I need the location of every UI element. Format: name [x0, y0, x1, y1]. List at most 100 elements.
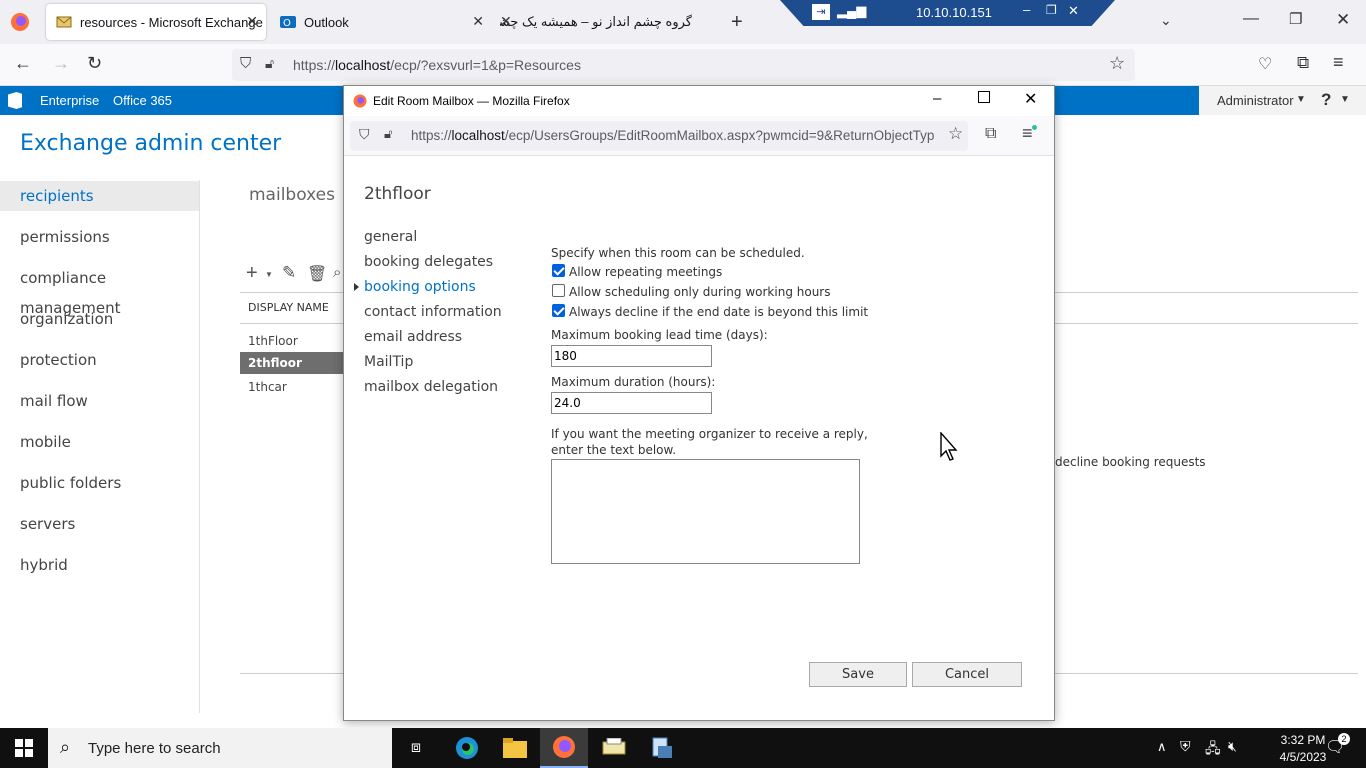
popup-url-bar[interactable]: ⛉ 🔓︎ https://localhost/ecp/UsersGroups/E… [350, 121, 968, 151]
close-icon[interactable]: ✕ [1068, 3, 1079, 19]
maximize-icon[interactable] [978, 91, 990, 103]
extensions-icon[interactable]: ⧉ [985, 125, 996, 143]
enterprise-link[interactable]: Enterprise [40, 93, 99, 108]
sidebar-item-permissions[interactable]: permissions [0, 222, 199, 252]
chevron-down-icon[interactable]: ▼ [265, 270, 273, 279]
tab-exchange[interactable]: resources - Microsoft Exchange ✕ [46, 4, 266, 40]
browser-tab-bar: resources - Microsoft Exchange ✕ O Outlo… [0, 0, 1366, 44]
tab-label: resources - Microsoft Exchange [80, 14, 263, 30]
close-icon[interactable]: ✕ [472, 13, 484, 30]
lead-time-input[interactable]: 180 [551, 345, 712, 367]
sidebar-item-organization[interactable]: organization [0, 304, 199, 334]
firefox-taskbar-icon[interactable] [540, 728, 588, 768]
network-icon[interactable]: 🖧︎ [1205, 738, 1221, 762]
table-row[interactable]: 1thFloor [240, 330, 344, 352]
table-row-selected[interactable]: 2thfloor [240, 352, 344, 374]
detail-text: decline booking requests [1055, 455, 1206, 469]
chevron-up-icon[interactable]: ∧ [1157, 739, 1167, 755]
close-icon[interactable]: ✕ [500, 13, 512, 30]
table-row[interactable]: 1thcar [240, 376, 344, 398]
search-icon[interactable]: ⌕ [333, 264, 341, 281]
pin-icon[interactable]: ⇥ [812, 4, 830, 20]
forward-icon[interactable]: → [52, 53, 70, 74]
reply-textarea[interactable] [551, 459, 860, 564]
admin-menu[interactable]: Administrator ▼ ? ▼ [1199, 86, 1366, 115]
bookmark-star-icon[interactable]: ☆ [1109, 53, 1125, 74]
chevron-down-icon: ▼ [1296, 94, 1306, 105]
lock-icon[interactable]: 🔓︎ [384, 126, 392, 142]
add-icon[interactable]: + [246, 262, 258, 285]
pocket-icon[interactable]: ♡ [1258, 54, 1272, 74]
chevron-down-icon[interactable]: ⌄ [1160, 12, 1172, 29]
reload-icon[interactable]: ↻ [87, 53, 102, 74]
section-email-address[interactable]: email address [364, 329, 462, 345]
sidebar-item-hybrid[interactable]: hybrid [0, 550, 199, 580]
task-view-icon[interactable]: ⧈ [392, 728, 440, 768]
svg-text:O: O [283, 18, 291, 29]
sidebar-item-mobile[interactable]: mobile [0, 427, 199, 457]
lock-icon[interactable]: 🔓︎ [265, 55, 274, 72]
column-header-display-name[interactable]: DISPLAY NAME [248, 301, 329, 314]
update-dot [1032, 125, 1037, 130]
section-mailtip[interactable]: MailTip [364, 354, 413, 370]
restore-icon[interactable]: ❐ [1046, 3, 1057, 17]
close-window-icon[interactable]: ✕ [1336, 10, 1350, 30]
delete-icon[interactable]: 🗑︎ [307, 264, 327, 284]
taskbar-time[interactable]: 3:32 PM [1279, 733, 1327, 747]
section-general[interactable]: general [364, 229, 417, 245]
edit-icon[interactable]: ✎ [282, 263, 296, 283]
tab-mailboxes[interactable]: mailboxes [249, 185, 335, 205]
sidebar-item-public-folders[interactable]: public folders [0, 468, 199, 498]
sidebar-item-protection[interactable]: protection [0, 345, 199, 375]
taskbar-search-box[interactable]: ⌕ Type here to search [48, 728, 392, 768]
tab-persian-site[interactable]: گروه چشم انداز نو – همیشه یک چشم ✕ [500, 4, 720, 40]
minimize-icon[interactable]: – [933, 90, 941, 107]
section-booking-delegates[interactable]: booking delegates [364, 254, 493, 270]
back-icon[interactable]: ← [14, 53, 32, 74]
firefox-menu-icon[interactable] [10, 12, 30, 37]
page-title: Exchange admin center [20, 131, 282, 156]
reply-label-line2: enter the text below. [551, 443, 677, 457]
defender-icon[interactable]: ⛨ [1180, 738, 1191, 755]
extensions-icon[interactable]: ⧉ [1297, 53, 1309, 73]
cancel-button[interactable]: Cancel [912, 662, 1022, 687]
new-tab-icon[interactable]: + [731, 11, 743, 34]
sidebar-item-compliance-management[interactable]: compliance management [0, 263, 199, 317]
working-hours-label: Allow scheduling only during working hou… [569, 285, 831, 299]
menu-icon[interactable]: ≡ [1022, 123, 1033, 144]
shield-icon[interactable]: ⛉ [359, 126, 370, 143]
minimize-icon[interactable]: – [1023, 2, 1030, 17]
allow-repeating-checkbox[interactable] [552, 264, 565, 277]
section-booking-options[interactable]: booking options [364, 279, 476, 295]
windows-start-icon[interactable] [0, 728, 48, 768]
volume-muted-icon[interactable]: 🔇︎ [1228, 738, 1237, 755]
decline-end-date-checkbox[interactable] [552, 304, 565, 317]
help-icon[interactable]: ? [1321, 90, 1331, 110]
rdp-app-icon[interactable] [590, 728, 638, 768]
tab-outlook[interactable]: O Outlook ✕ [270, 4, 492, 40]
save-button[interactable]: Save [809, 662, 907, 687]
sidebar-item-recipients[interactable]: recipients [0, 181, 199, 211]
edge-icon[interactable] [443, 728, 491, 768]
taskbar-date[interactable]: 4/5/2023 [1279, 750, 1327, 764]
url-bar[interactable]: ⛉ 🔓︎ https://localhost/ecp/?exsvurl=1&p=… [232, 49, 1135, 81]
section-contact-information[interactable]: contact information [364, 304, 502, 320]
close-icon[interactable]: ✕ [1024, 89, 1037, 109]
working-hours-checkbox[interactable] [552, 284, 565, 297]
minimize-icon[interactable]: — [1243, 10, 1259, 28]
section-mailbox-delegation[interactable]: mailbox delegation [364, 379, 498, 395]
search-placeholder: Type here to search [88, 740, 221, 757]
bookmark-star-icon[interactable]: ☆ [948, 124, 963, 144]
close-icon[interactable]: ✕ [246, 13, 258, 30]
menu-icon[interactable]: ≡ [1333, 52, 1344, 73]
office365-link[interactable]: Office 365 [113, 93, 172, 108]
selected-arrow-icon [354, 283, 359, 291]
file-explorer-icon[interactable] [491, 728, 539, 768]
duration-input[interactable]: 24.0 [551, 392, 712, 414]
shield-icon[interactable]: ⛉ [240, 55, 251, 72]
chevron-down-icon[interactable]: ▼ [1340, 94, 1350, 105]
sidebar-item-mail-flow[interactable]: mail flow [0, 386, 199, 416]
sidebar-item-servers[interactable]: servers [0, 509, 199, 539]
server-manager-icon[interactable] [638, 728, 686, 768]
restore-icon[interactable]: ❐ [1289, 10, 1302, 28]
